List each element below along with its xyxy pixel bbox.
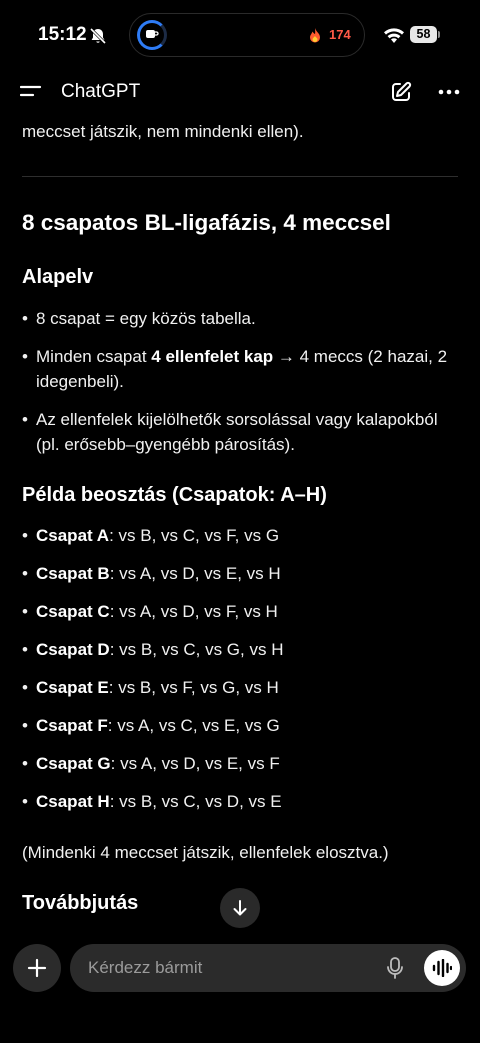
summary-note: (Mindenki 4 meccset játszik, ellenfelek …	[22, 843, 389, 862]
team-row: • Csapat C: vs A, vs D, vs F, vs H	[22, 602, 278, 621]
list-item: • Az ellenfelek kijelölhetők sorsolással…	[22, 410, 438, 454]
example-heading: Példa beosztás (Csapatok: A–H)	[22, 484, 327, 506]
coffee-cup-icon	[146, 30, 159, 38]
team-row: • Csapat H: vs B, vs C, vs D, vs E	[22, 792, 282, 811]
app-header: ChatGPT	[0, 72, 480, 112]
streak-count: 174	[329, 27, 351, 42]
principle-heading: Alapelv	[22, 266, 94, 288]
input-placeholder: Kérdezz bármit	[88, 958, 203, 977]
response-heading: 8 csapatos BL-ligafázis, 4 meccsel	[22, 210, 391, 235]
microphone-icon[interactable]	[386, 957, 404, 979]
list-item: • Minden csapat 4 ellenfelet kap → 4 mec…	[22, 347, 448, 391]
team-row: • Csapat G: vs A, vs D, vs E, vs F	[22, 754, 280, 773]
battery-tip	[438, 31, 440, 38]
status-time: 15:12	[38, 24, 87, 45]
previous-line: meccset játszik, nem mindenki ellen).	[22, 122, 304, 141]
chat-message: meccset játszik, nem mindenki ellen). 8 …	[0, 112, 480, 938]
attach-button[interactable]	[13, 944, 61, 992]
voice-mode-button[interactable]	[424, 950, 460, 986]
advancement-heading: Továbbjutás	[22, 892, 139, 914]
team-row: • Csapat D: vs B, vs C, vs G, vs H	[22, 640, 284, 659]
team-row: • Csapat A: vs B, vs C, vs F, vs G	[22, 526, 280, 545]
app-title[interactable]: ChatGPT	[61, 81, 140, 103]
wifi-icon	[384, 28, 404, 43]
message-input[interactable]: Kérdezz bármit	[70, 944, 466, 992]
more-options-icon[interactable]	[438, 89, 460, 95]
sidebar-menu-icon[interactable]	[20, 83, 42, 99]
team-row: • Csapat E: vs B, vs F, vs G, vs H	[22, 678, 279, 697]
team-row: • Csapat F: vs A, vs C, vs E, vs G	[22, 716, 280, 735]
plus-icon	[27, 958, 47, 978]
team-row: • Csapat B: vs A, vs D, vs E, vs H	[22, 564, 281, 583]
scroll-down-button[interactable]	[220, 888, 260, 928]
waveform-icon	[432, 959, 452, 977]
battery-indicator: 58	[410, 26, 437, 43]
list-item: • 8 csapat = egy közös tabella.	[22, 309, 256, 328]
flame-icon	[310, 28, 320, 43]
dynamic-island[interactable]: 174	[129, 13, 365, 57]
status-bar: 15:12 174 58	[0, 0, 480, 72]
new-chat-icon[interactable]	[390, 81, 412, 103]
section-divider	[22, 176, 458, 177]
silent-bell-icon	[89, 27, 107, 45]
arrow-down-icon	[233, 900, 247, 916]
